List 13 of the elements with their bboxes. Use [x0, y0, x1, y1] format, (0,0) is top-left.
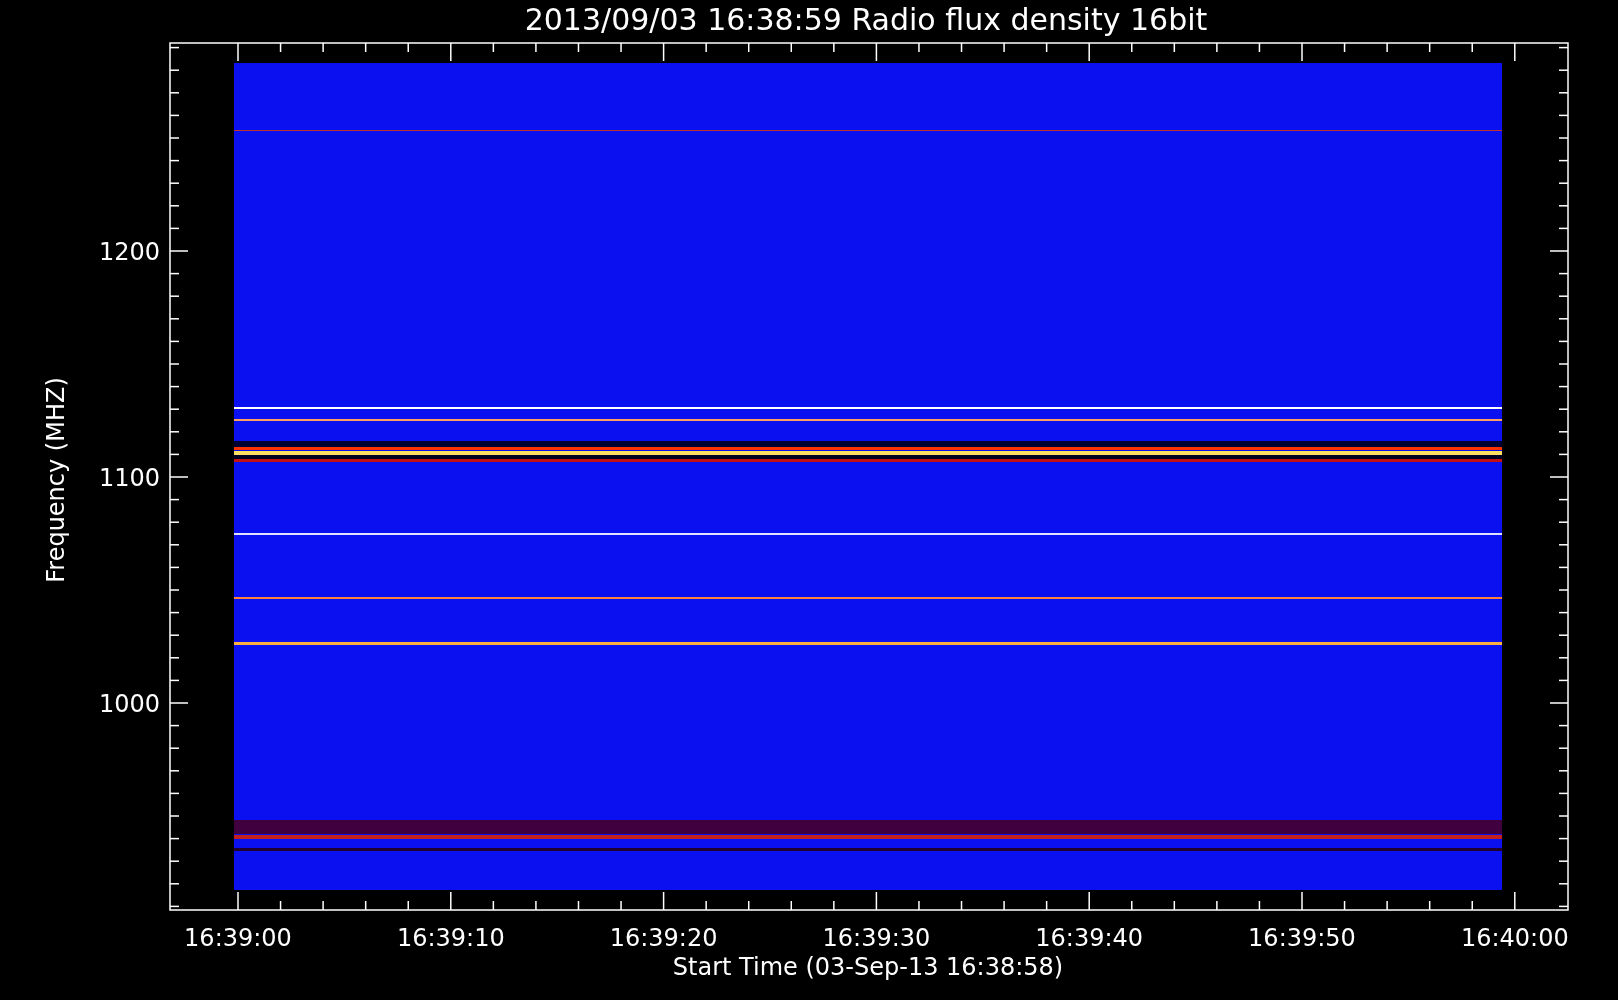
- y-tick-label: 1100: [98, 464, 160, 492]
- x-tick-label: 16:39:20: [609, 924, 718, 952]
- y-tick-label: 1000: [98, 690, 160, 718]
- y-tick-label: 1200: [98, 238, 160, 266]
- x-tick-label: 16:40:00: [1460, 924, 1569, 952]
- x-tick-label: 16:39:00: [184, 924, 292, 952]
- x-tick-label: 16:39:50: [1248, 924, 1356, 952]
- x-tick-label: 16:39:40: [1035, 924, 1144, 952]
- chart-title: 2013/09/03 16:38:59 Radio flux density 16bit: [524, 2, 1208, 37]
- y-axis-label: Frequency (MHZ): [42, 377, 70, 583]
- x-tick-label: 16:39:10: [396, 924, 505, 952]
- x-axis-label: Start Time (03-Sep-13 16:38:58): [672, 953, 1064, 981]
- x-tick-label: 16:39:30: [822, 924, 931, 952]
